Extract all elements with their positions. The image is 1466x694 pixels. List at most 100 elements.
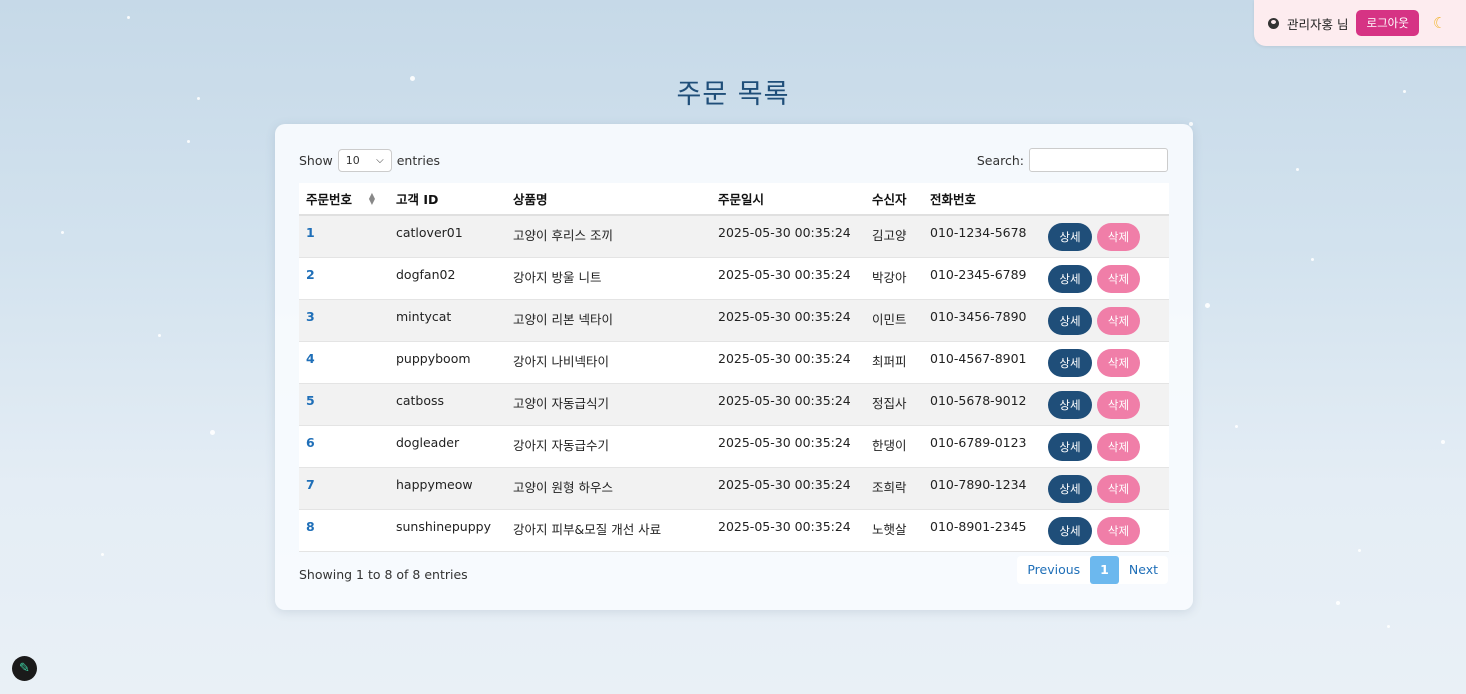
order-id-link[interactable]: 4 [306, 351, 315, 366]
phone-cell: 010-7890-1234 [923, 467, 1039, 510]
sort-icon: ▲ ▼ [368, 191, 375, 206]
order-date-cell: 2025-05-30 00:35:24 [711, 341, 865, 384]
user-circle-icon [1268, 17, 1279, 29]
show-label: Show [299, 153, 333, 168]
table-row: 6 dogleader 강아지 자동급수기 2025-05-30 00:35:2… [299, 425, 1169, 468]
phone-cell: 010-1234-5678 [923, 215, 1039, 258]
table-row: 3 mintycat 고양이 리본 넥타이 2025-05-30 00:35:2… [299, 299, 1169, 342]
table-row: 5 catboss 고양이 자동급식기 2025-05-30 00:35:24 … [299, 383, 1169, 426]
user-name: 관리자홍 님 [1287, 16, 1349, 32]
column-header-order-id[interactable]: 주문번호 ▲ ▼ [299, 183, 389, 216]
entries-label: entries [396, 153, 441, 168]
actions-cell: 상세 삭제 [1039, 467, 1169, 510]
product-cell: 강아지 나비넥타이 [506, 341, 711, 384]
column-header-receiver[interactable]: 수신자 [865, 183, 923, 216]
orders-table-wrap: 주문번호 ▲ ▼ 고객 ID 상품명 주문일시 수신자 전화번호 1 catlov… [299, 183, 1169, 552]
delete-button[interactable]: 삭제 [1097, 432, 1140, 461]
table-info: Showing 1 to 8 of 8 entries [299, 567, 468, 582]
order-date-cell: 2025-05-30 00:35:24 [711, 509, 865, 552]
receiver-cell: 박강아 [865, 257, 923, 300]
customer-id-cell: dogleader [389, 425, 506, 468]
receiver-cell: 노햇살 [865, 509, 923, 552]
actions-cell: 상세 삭제 [1039, 383, 1169, 426]
column-header-customer-id[interactable]: 고객 ID [389, 183, 506, 216]
detail-button[interactable]: 상세 [1048, 264, 1092, 293]
detail-button[interactable]: 상세 [1048, 223, 1092, 251]
table-row: 4 puppyboom 강아지 나비넥타이 2025-05-30 00:35:2… [299, 341, 1169, 384]
phone-cell: 010-3456-7890 [923, 299, 1039, 342]
customer-id-cell: catboss [389, 383, 506, 426]
actions-cell: 상세 삭제 [1039, 215, 1169, 258]
orders-card: Show 10 ⌵ entries Search: 주문번호 ▲ ▼ 고객 ID … [275, 124, 1193, 610]
pencil-icon[interactable]: ✎ [12, 656, 37, 681]
product-cell: 강아지 자동급수기 [506, 425, 711, 468]
delete-button[interactable]: 삭제 [1097, 390, 1140, 419]
search-input[interactable] [1029, 148, 1168, 172]
order-id-link[interactable]: 3 [306, 309, 315, 324]
order-date-cell: 2025-05-30 00:35:24 [711, 425, 865, 468]
logout-button[interactable]: 로그아웃 [1356, 10, 1419, 36]
receiver-cell: 이민트 [865, 299, 923, 342]
order-date-cell: 2025-05-30 00:35:24 [711, 383, 865, 426]
length-value: 10 [345, 154, 360, 167]
orders-table: 주문번호 ▲ ▼ 고객 ID 상품명 주문일시 수신자 전화번호 1 catlov… [299, 183, 1169, 552]
phone-cell: 010-8901-2345 [923, 509, 1039, 552]
order-id-link[interactable]: 5 [306, 393, 315, 408]
product-cell: 고양이 원형 하우스 [506, 467, 711, 510]
phone-cell: 010-4567-8901 [923, 341, 1039, 384]
order-date-cell: 2025-05-30 00:35:24 [711, 299, 865, 342]
phone-cell: 010-6789-0123 [923, 425, 1039, 468]
length-control: Show 10 ⌵ entries [299, 149, 440, 172]
delete-button[interactable]: 삭제 [1097, 474, 1140, 503]
entries-length-select[interactable]: 10 ⌵ [337, 149, 392, 172]
order-id-link[interactable]: 6 [306, 435, 315, 450]
detail-button[interactable]: 상세 [1048, 516, 1092, 545]
order-id-link[interactable]: 2 [306, 267, 315, 282]
table-row: 7 happymeow 고양이 원형 하우스 2025-05-30 00:35:… [299, 467, 1169, 510]
table-row: 2 dogfan02 강아지 방울 니트 2025-05-30 00:35:24… [299, 257, 1169, 300]
customer-id-cell: happymeow [389, 467, 506, 510]
column-header-phone[interactable]: 전화번호 [923, 183, 1039, 216]
actions-cell: 상세 삭제 [1039, 425, 1169, 468]
table-row: 8 sunshinepuppy 강아지 피부&모질 개선 사료 2025-05-… [299, 509, 1169, 552]
previous-page-button[interactable]: Previous [1017, 556, 1090, 584]
delete-button[interactable]: 삭제 [1097, 306, 1140, 335]
product-cell: 강아지 피부&모질 개선 사료 [506, 509, 711, 552]
receiver-cell: 정집사 [865, 383, 923, 426]
detail-button[interactable]: 상세 [1048, 474, 1092, 503]
actions-cell: 상세 삭제 [1039, 509, 1169, 552]
table-row: 1 catlover01 고양이 후리스 조끼 2025-05-30 00:35… [299, 215, 1169, 258]
user-panel: 관리자홍 님 로그아웃 ☾ [1254, 0, 1466, 46]
customer-id-cell: sunshinepuppy [389, 509, 506, 552]
chevron-down-icon: ⌵ [376, 155, 384, 166]
delete-button[interactable]: 삭제 [1097, 223, 1140, 251]
actions-cell: 상세 삭제 [1039, 299, 1169, 342]
column-header-label: 주문번호 [306, 192, 353, 207]
table-header-row: 주문번호 ▲ ▼ 고객 ID 상품명 주문일시 수신자 전화번호 [299, 183, 1169, 216]
detail-button[interactable]: 상세 [1048, 306, 1092, 335]
delete-button[interactable]: 삭제 [1097, 264, 1140, 293]
product-cell: 고양이 후리스 조끼 [506, 215, 711, 258]
search-control: Search: [977, 148, 1168, 172]
detail-button[interactable]: 상세 [1048, 432, 1092, 461]
customer-id-cell: mintycat [389, 299, 506, 342]
order-id-link[interactable]: 8 [306, 519, 315, 534]
column-header-product[interactable]: 상품명 [506, 183, 711, 216]
product-cell: 고양이 자동급식기 [506, 383, 711, 426]
order-date-cell: 2025-05-30 00:35:24 [711, 467, 865, 510]
page-title: 주문 목록 [676, 79, 790, 110]
receiver-cell: 최퍼피 [865, 341, 923, 384]
order-id-link[interactable]: 7 [306, 477, 315, 492]
detail-button[interactable]: 상세 [1048, 348, 1092, 377]
detail-button[interactable]: 상세 [1048, 390, 1092, 419]
delete-button[interactable]: 삭제 [1097, 516, 1140, 545]
order-id-link[interactable]: 1 [306, 225, 315, 240]
page-1-button[interactable]: 1 [1090, 556, 1119, 584]
actions-cell: 상세 삭제 [1039, 341, 1169, 384]
column-header-order-date[interactable]: 주문일시 [711, 183, 865, 216]
customer-id-cell: puppyboom [389, 341, 506, 384]
moon-icon[interactable]: ☾ [1433, 14, 1446, 32]
next-page-button[interactable]: Next [1119, 556, 1168, 584]
delete-button[interactable]: 삭제 [1097, 348, 1140, 377]
product-cell: 강아지 방울 니트 [506, 257, 711, 300]
